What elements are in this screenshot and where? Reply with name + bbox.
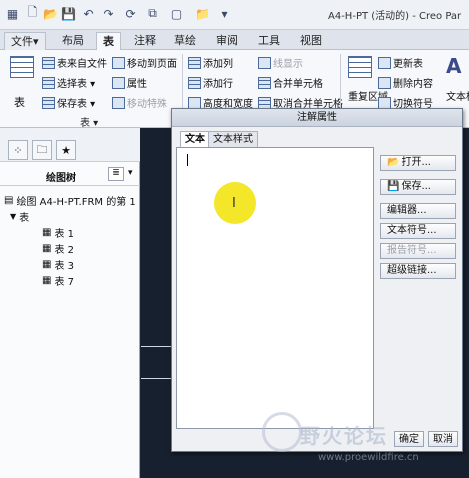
update-table-icon bbox=[378, 56, 391, 69]
title-bar: ▦ 🗋 📂 💾 ↶ ↷ ⟳ ⧉ ▢ 📁 ▾ A4-H-PT (活动的) - Cr… bbox=[0, 0, 469, 30]
tab-review[interactable]: 审阅 bbox=[210, 32, 244, 50]
toggle-symbol-icon bbox=[378, 96, 391, 109]
text-caret bbox=[187, 154, 188, 166]
add-column-button[interactable]: 添加列 bbox=[188, 55, 233, 70]
tab-tools[interactable]: 工具 bbox=[252, 32, 286, 50]
line-display-button[interactable]: 线显示 bbox=[258, 55, 303, 70]
left-panel-tabs: ⁘ 🗀 ★ bbox=[0, 128, 140, 162]
tree-settings-dropdown-icon[interactable]: ▾ bbox=[128, 168, 133, 178]
qat-customize-icon[interactable]: ▾ bbox=[216, 5, 233, 22]
redo-icon[interactable]: ↷ bbox=[100, 5, 117, 22]
delete-content-button[interactable]: 删除内容 bbox=[378, 75, 433, 90]
windows-icon[interactable]: ⧉ bbox=[144, 5, 161, 22]
drawing-tree-title: 绘图树 bbox=[46, 173, 76, 184]
merge-cells-icon bbox=[258, 76, 271, 89]
text-style-icon[interactable]: A bbox=[446, 54, 461, 78]
watermark-logo-icon bbox=[262, 412, 302, 452]
close-window-icon[interactable]: ▢ bbox=[168, 5, 185, 22]
tab-annotate[interactable]: 注释 bbox=[128, 32, 162, 50]
model-tree-tab-icon[interactable]: ⁘ bbox=[8, 140, 28, 160]
tree-item-tables[interactable]: ▼ 表 bbox=[10, 208, 29, 224]
tree-item-table[interactable]: ▦ 表 1 bbox=[42, 224, 74, 240]
ribbon-tab-row: 文件▾ 布局 表 注释 草绘 审阅 工具 视图 bbox=[0, 30, 469, 50]
app-logo-icon[interactable]: ▦ bbox=[4, 5, 21, 22]
unmerge-cells-icon bbox=[258, 96, 271, 109]
move-special-button[interactable]: 移动特殊 bbox=[112, 95, 167, 110]
merge-cells-button[interactable]: 合并单元格 bbox=[258, 75, 323, 90]
table-icon: ▦ bbox=[42, 274, 52, 286]
repeat-region-large-icon[interactable] bbox=[348, 56, 372, 78]
tab-view[interactable]: 视图 bbox=[294, 32, 328, 50]
tab-layout[interactable]: 布局 bbox=[56, 32, 90, 50]
tree-item-table[interactable]: ▦ 表 2 bbox=[42, 240, 74, 256]
note-properties-dialog: 注解属性 文本 文本样式 📂 打开... 💾 保存... 编辑器... 文本符号..… bbox=[171, 108, 463, 452]
folder-icon[interactable]: 📁 bbox=[194, 5, 211, 22]
tree-item-table[interactable]: ▦ 表 3 bbox=[42, 256, 74, 272]
move-to-page-icon bbox=[112, 56, 125, 69]
undo-icon[interactable]: ↶ bbox=[80, 5, 97, 22]
properties-button[interactable]: 属性 bbox=[112, 75, 147, 90]
tab-sketch[interactable]: 草绘 bbox=[168, 32, 202, 50]
save-table-icon bbox=[42, 96, 55, 109]
delete-content-icon bbox=[378, 76, 391, 89]
move-to-page-button[interactable]: 移动到页面 bbox=[112, 55, 177, 70]
tab-table[interactable]: 表 bbox=[96, 32, 121, 50]
table-from-file-button[interactable]: 表来自文件 bbox=[42, 55, 107, 70]
text-style-label[interactable]: 文本样式 bbox=[446, 88, 469, 103]
tree-settings-icon[interactable]: ≣ bbox=[108, 167, 124, 181]
watermark-text: 野火论坛 bbox=[300, 424, 388, 448]
folder-open-icon: 📂 bbox=[387, 157, 400, 168]
ok-button[interactable]: 确定 bbox=[394, 431, 424, 447]
add-row-button[interactable]: 添加行 bbox=[188, 75, 233, 90]
folder-browser-tab-icon[interactable]: 🗀 bbox=[32, 140, 52, 160]
expand-icon[interactable]: ▼ bbox=[10, 212, 16, 221]
tab-text-style[interactable]: 文本样式 bbox=[208, 131, 258, 147]
open-button[interactable]: 📂 打开... bbox=[380, 155, 456, 171]
update-table-button[interactable]: 更新表 bbox=[378, 55, 423, 70]
watermark-url: www.proewildfire.cn bbox=[318, 452, 419, 463]
height-width-icon bbox=[188, 96, 201, 109]
tab-file[interactable]: 文件▾ bbox=[4, 32, 46, 50]
favorites-tab-icon[interactable]: ★ bbox=[56, 140, 76, 160]
editor-button[interactable]: 编辑器... bbox=[380, 203, 456, 219]
save-icon: 💾 bbox=[387, 181, 400, 192]
save-table-button[interactable]: 保存表 ▾ bbox=[42, 95, 95, 110]
drawing-tree-header: 绘图树 ≣ ▾ bbox=[0, 164, 140, 186]
report-symbol-button[interactable]: 报告符号... bbox=[380, 243, 456, 259]
hyperlink-button[interactable]: 超级链接... bbox=[380, 263, 456, 279]
table-icon: ▦ bbox=[42, 226, 52, 238]
properties-icon bbox=[112, 76, 125, 89]
tree-item-table[interactable]: ▦ 表 7 bbox=[42, 272, 74, 288]
table-from-file-icon bbox=[42, 56, 55, 69]
new-file-icon[interactable]: 🗋 bbox=[24, 5, 41, 22]
regenerate-icon[interactable]: ⟳ bbox=[122, 5, 139, 22]
text-cursor-icon: I bbox=[232, 196, 236, 211]
text-symbol-button[interactable]: 文本符号... bbox=[380, 223, 456, 239]
add-column-icon bbox=[188, 56, 201, 69]
cancel-button[interactable]: 取消 bbox=[428, 431, 458, 447]
table-large-icon[interactable] bbox=[10, 56, 34, 78]
move-special-icon bbox=[112, 96, 125, 109]
line-display-icon bbox=[258, 56, 271, 69]
drawing-icon: ▤ bbox=[4, 194, 14, 206]
open-file-icon[interactable]: 📂 bbox=[42, 5, 59, 22]
save-button[interactable]: 💾 保存... bbox=[380, 179, 456, 195]
table-group-label[interactable]: 表 ▾ bbox=[80, 114, 98, 129]
select-table-button[interactable]: 选择表 ▾ bbox=[42, 75, 95, 90]
window-title: A4-H-PT (活动的) - Creo Par bbox=[328, 11, 462, 22]
table-icon: ▦ bbox=[42, 258, 52, 270]
save-icon[interactable]: 💾 bbox=[60, 5, 77, 22]
note-text-area[interactable] bbox=[176, 147, 374, 429]
select-table-icon bbox=[42, 76, 55, 89]
left-panel: ⁘ 🗀 ★ 绘图树 ≣ ▾ ▤ 绘图 A4-H-PT.FRM 的第 1 ▼ 表 ▦ 表… bbox=[0, 128, 140, 478]
table-button-label[interactable]: 表 bbox=[14, 94, 25, 110]
add-row-icon bbox=[188, 76, 201, 89]
dialog-title: 注解属性 bbox=[172, 109, 462, 127]
tree-item-drawing[interactable]: ▤ 绘图 A4-H-PT.FRM 的第 1 bbox=[4, 192, 136, 208]
tab-text[interactable]: 文本 bbox=[180, 131, 210, 148]
table-icon: ▦ bbox=[42, 242, 52, 254]
